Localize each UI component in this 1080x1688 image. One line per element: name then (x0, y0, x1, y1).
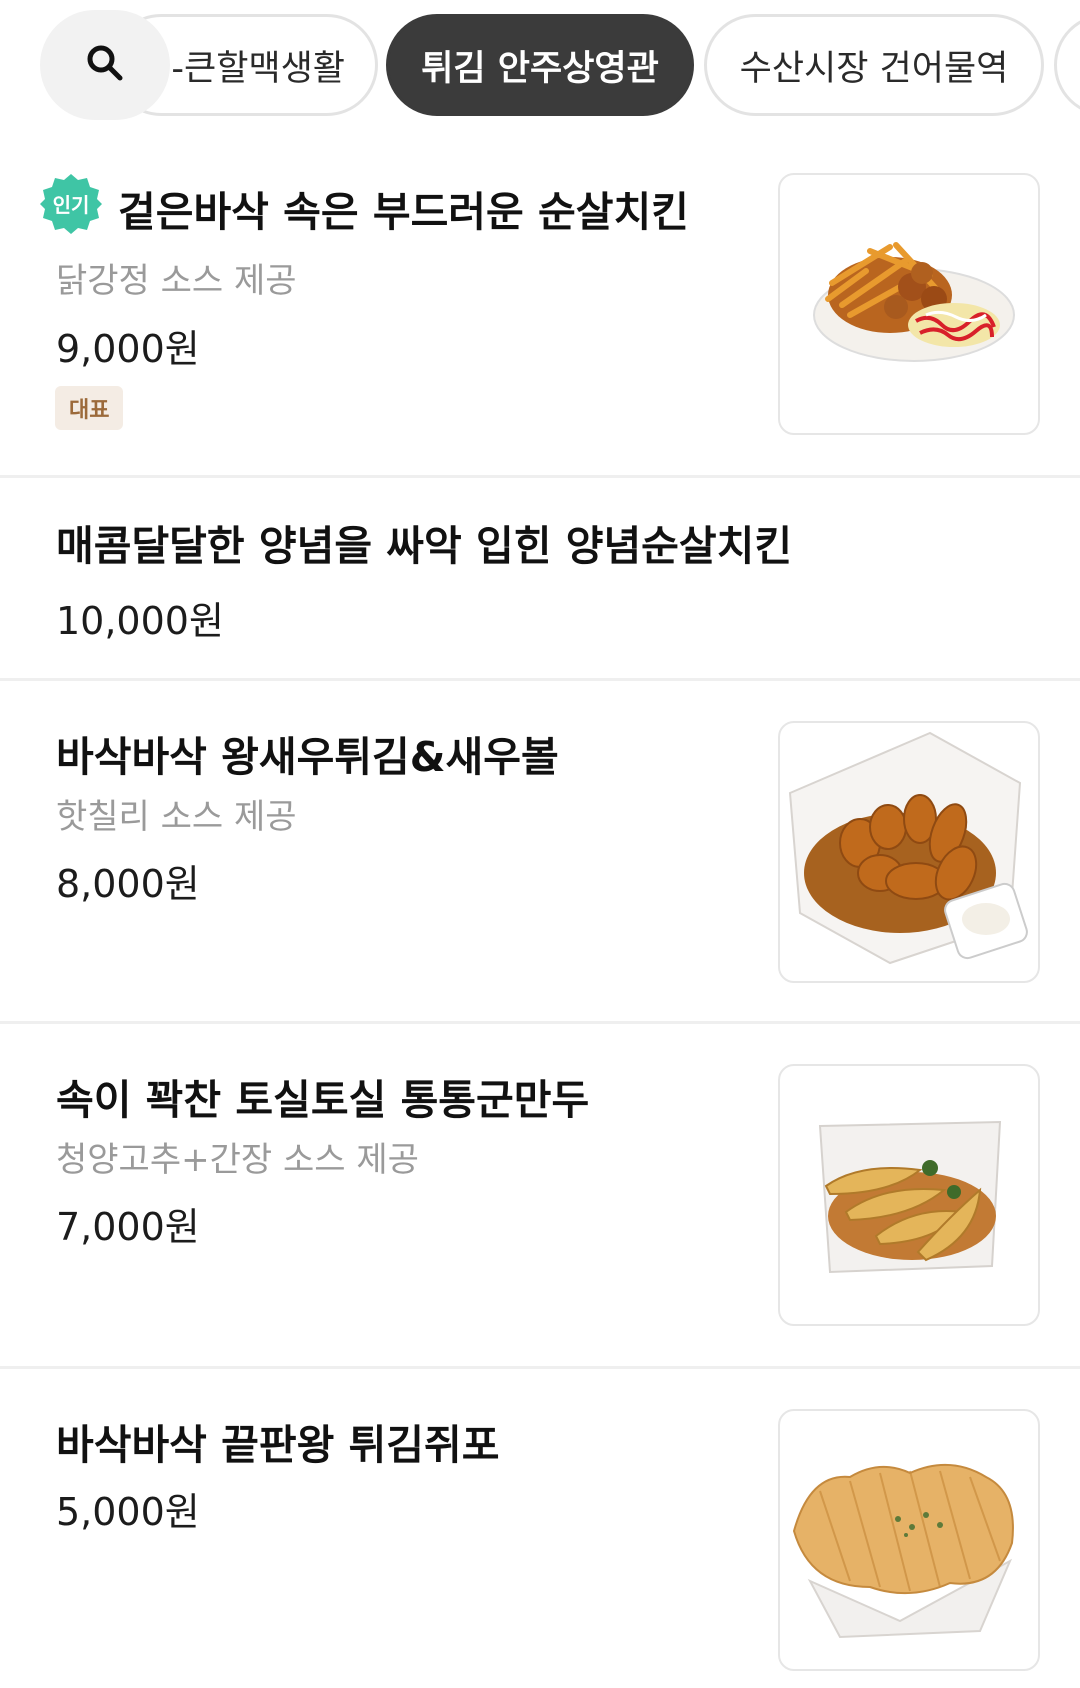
menu-item[interactable]: 인기 겉은바삭 속은 부드러운 순살치킨 닭강정 소스 제공 9,000원 대표 (0, 150, 1080, 475)
popular-badge-label: 인기 (53, 193, 90, 217)
item-thumbnail[interactable] (778, 173, 1040, 435)
fried-filefish-jerky-photo (792, 1464, 1014, 1639)
item-price: 10,000원 (56, 599, 224, 643)
item-price: 9,000원 (56, 327, 200, 371)
category-chip-3[interactable] (1054, 14, 1080, 116)
item-name: 겉은바삭 속은 부드러운 순살치킨 (118, 188, 689, 236)
fried-dumplings-photo (818, 1120, 1002, 1274)
popular-badge: 인기 (40, 173, 102, 235)
item-price: 8,000원 (56, 862, 200, 906)
menu-item[interactable]: 매콤달달한 양념을 싸악 입힌 양념순살치킨 10,000원 (0, 478, 1080, 678)
search-button[interactable] (40, 10, 170, 120)
category-chip-1-active[interactable]: 튀김 안주상영관 (386, 14, 694, 116)
item-description: 청양고추+간장 소스 제공 (56, 1140, 419, 1180)
menu-item[interactable]: 바삭바삭 끝판왕 튀김쥐포 5,000원 (0, 1369, 1080, 1688)
item-thumbnail[interactable] (778, 1409, 1040, 1671)
fried-shrimp-basket-photo (788, 731, 1028, 965)
item-name: 바삭바삭 왕새우튀김&새우볼 (56, 733, 559, 781)
item-thumbnail[interactable] (778, 1064, 1040, 1326)
menu-item[interactable]: 속이 꽉찬 토실토실 통통군만두 청양고추+간장 소스 제공 7,000원 (0, 1024, 1080, 1366)
fried-chicken-fries-photo (813, 242, 1015, 362)
signature-tag: 대표 (55, 386, 124, 430)
item-description: 닭강정 소스 제공 (56, 261, 297, 301)
category-chip-2[interactable]: 수산시장 건어물역 (704, 14, 1044, 116)
item-name: 매콤달달한 양념을 싸악 입힌 양념순살치킨 (56, 522, 793, 570)
item-description: 핫칠리 소스 제공 (56, 797, 297, 837)
menu-item[interactable]: 바삭바삭 왕새우튀김&새우볼 핫칠리 소스 제공 8,000원 (0, 681, 1080, 1021)
search-icon (85, 43, 125, 87)
item-thumbnail[interactable] (778, 721, 1040, 983)
item-name: 속이 꽉찬 토실토실 통통군만두 (56, 1076, 590, 1124)
category-tab-bar: -큰할맥생활 튀김 안주상영관 수산시장 건어물역 (0, 0, 1080, 130)
item-price: 7,000원 (56, 1205, 200, 1249)
item-name: 바삭바삭 끝판왕 튀김쥐포 (56, 1421, 500, 1469)
item-price: 5,000원 (56, 1490, 200, 1534)
